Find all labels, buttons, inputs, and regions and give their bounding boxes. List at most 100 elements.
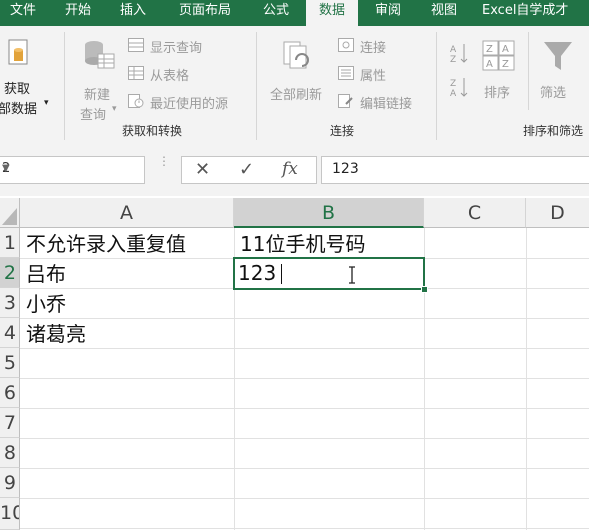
row-header-1[interactable]: 1 [0, 228, 20, 258]
properties-button[interactable]: 属性 [338, 64, 438, 84]
row-header-2[interactable]: 2 [0, 258, 20, 288]
formula-input-value: 123 [332, 161, 359, 177]
recent-sources-button[interactable]: 最近使用的源 [128, 92, 248, 112]
row-header-9[interactable]: 9 [0, 468, 20, 498]
filter-label: 筛选 [540, 86, 567, 101]
new-query-dropdown-icon: ▾ [112, 104, 117, 114]
svg-text:A: A [502, 44, 509, 55]
recent-sources-label: 最近使用的源 [150, 97, 229, 112]
get-data-label-1: 获取 [4, 82, 31, 97]
tab-view[interactable]: 视图 [424, 0, 464, 26]
row-header-5[interactable]: 5 [0, 348, 20, 378]
cell-b1[interactable]: 11位手机号码 [235, 229, 424, 259]
tab-formulas[interactable]: 公式 [256, 0, 296, 26]
tab-page-layout[interactable]: 页面布局 [170, 0, 240, 26]
formula-input[interactable]: 123 [321, 156, 589, 184]
formula-bar-grip-icon[interactable]: ⋮ [158, 155, 170, 178]
gridline [20, 468, 589, 469]
column-header-d[interactable]: D [526, 198, 589, 228]
gridline [20, 438, 589, 439]
sort-za-button[interactable]: ZA [448, 76, 470, 99]
gridline [526, 228, 527, 530]
sort-az-button[interactable]: AZ [448, 42, 470, 65]
new-query-icon [85, 41, 115, 69]
show-query-label: 显示查询 [150, 41, 203, 56]
edit-links-label: 编辑链接 [360, 97, 413, 112]
connections-icon [338, 38, 354, 52]
gridline [20, 408, 589, 409]
row-header-6[interactable]: 6 [0, 378, 20, 408]
row-header-4[interactable]: 4 [0, 318, 20, 348]
cell-a4[interactable]: 诸葛亮 [21, 319, 234, 349]
formula-buttons: ✕ ✓ fx [181, 156, 317, 184]
refresh-all-button[interactable]: 全部刷新 [266, 32, 332, 103]
new-query-label-1: 新建 [84, 88, 111, 103]
refresh-all-label: 全部刷新 [270, 88, 323, 103]
text-caret [281, 264, 282, 284]
show-query-button[interactable]: 显示查询 [128, 36, 248, 56]
column-header-a[interactable]: A [20, 198, 234, 228]
ribbon-tab-bar: 文件 开始 插入 页面布局 公式 数据 审阅 视图 Excel自学成才 [0, 0, 589, 26]
recent-sources-icon [128, 94, 144, 108]
enter-icon[interactable]: ✓ [239, 159, 254, 180]
cell-a3[interactable]: 小乔 [21, 289, 234, 319]
name-box[interactable]: 2 ▼ [0, 156, 145, 184]
refresh-icon [283, 41, 309, 69]
cancel-icon[interactable]: ✕ [195, 159, 210, 180]
cell-b2-value: 123 [238, 261, 277, 285]
name-box-dropdown-icon[interactable]: ▼ [2, 163, 138, 174]
svg-text:Z: Z [450, 79, 456, 89]
sort-icon: Z A A Z [482, 40, 515, 71]
column-header-c[interactable]: C [424, 198, 526, 228]
edit-links-icon [338, 94, 353, 108]
sort-button[interactable]: Z A A Z 排序 [478, 36, 522, 112]
show-query-icon [128, 38, 144, 52]
tab-review[interactable]: 审阅 [368, 0, 408, 26]
edit-links-button[interactable]: 编辑链接 [338, 92, 438, 112]
worksheet-grid: A B C D 1 2 3 4 5 6 7 8 9 10 不允许录入重复值 11… [0, 198, 589, 530]
sort-descending-icon: ZA [450, 78, 468, 99]
gridline [20, 528, 589, 529]
get-data-dropdown-icon: ▾ [44, 98, 49, 108]
filter-button[interactable]: 筛选 [536, 36, 586, 112]
formula-bar: 2 ▼ ⋮ ✕ ✓ fx 123 [0, 144, 589, 196]
active-cell-b2[interactable]: 123 [233, 257, 425, 290]
tab-home[interactable]: 开始 [58, 0, 98, 26]
row-header-10[interactable]: 10 [0, 498, 20, 530]
gridline [20, 498, 589, 499]
column-header-b[interactable]: B [234, 198, 424, 228]
row-header-3[interactable]: 3 [0, 288, 20, 318]
get-data-label-2: 部数据 [0, 102, 38, 117]
tab-insert[interactable]: 插入 [113, 0, 153, 26]
row-header-8[interactable]: 8 [0, 438, 20, 468]
database-doc-icon [8, 39, 28, 65]
select-all-corner[interactable] [0, 198, 20, 228]
connections-label: 连接 [360, 41, 387, 56]
group-label-get-transform: 获取和转换 [122, 124, 183, 138]
fill-handle[interactable] [421, 286, 428, 293]
sort-ascending-icon: AZ [450, 44, 468, 65]
tab-file[interactable]: 文件 [0, 0, 46, 26]
svg-text:Z: Z [450, 55, 456, 64]
ribbon-separator [64, 32, 65, 140]
new-query-button[interactable]: 新建 查询 ▾ [76, 32, 122, 123]
filter-icon [544, 42, 572, 70]
svg-text:Z: Z [502, 59, 509, 70]
from-table-button[interactable]: 从表格 [128, 64, 248, 84]
svg-text:A: A [486, 59, 493, 70]
tab-excel-self-study[interactable]: Excel自学成才 [482, 0, 589, 26]
table-icon [128, 66, 144, 80]
cell-a2[interactable]: 吕布 [21, 259, 234, 289]
group-label-sort-filter: 排序和筛选 [523, 124, 584, 138]
insert-function-icon[interactable]: fx [282, 159, 298, 179]
ribbon-separator [436, 32, 437, 140]
get-data-button[interactable]: 获取 部数据 ▾ [0, 32, 56, 117]
connections-button[interactable]: 连接 [338, 36, 438, 56]
cell-a1[interactable]: 不允许录入重复值 [21, 229, 234, 259]
tab-data[interactable]: 数据 [306, 0, 358, 26]
text-cursor-icon [349, 266, 355, 284]
ribbon-separator [528, 32, 529, 110]
row-header-7[interactable]: 7 [0, 408, 20, 438]
from-table-label: 从表格 [150, 69, 190, 84]
select-all-triangle-icon [2, 208, 17, 225]
